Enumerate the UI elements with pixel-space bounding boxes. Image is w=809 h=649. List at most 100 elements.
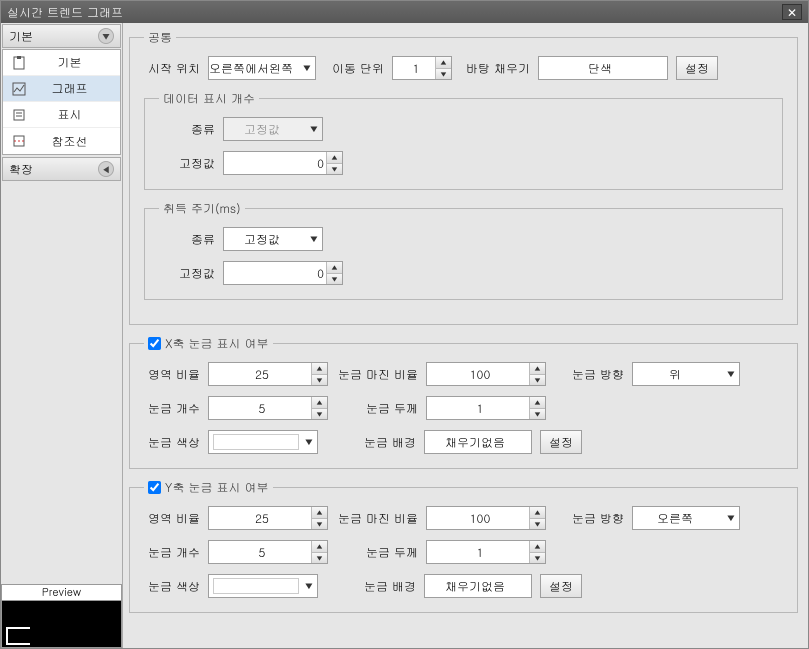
sidebar-item-label: 참조선 [37, 133, 120, 150]
y-bg-setting-button[interactable]: 설정 [540, 574, 582, 598]
group-xaxis-legend: X축 눈금 표시 여부 [144, 335, 273, 352]
spinner-buttons[interactable]: ▲▼ [326, 152, 342, 174]
reference-line-icon [11, 133, 27, 149]
y-color-combo[interactable]: ▼ [208, 574, 318, 598]
spinner-buttons[interactable]: ▲▼ [529, 363, 545, 385]
x-thick-value: 1 [433, 400, 527, 417]
spinner-buttons[interactable]: ▲▼ [529, 507, 545, 529]
preview-canvas [2, 601, 121, 647]
clipboard-icon [11, 55, 27, 71]
sidebar-nav: 기본 그래프 표시 참 [2, 49, 121, 155]
ac-fixed-spinner[interactable]: 0 ▲▼ [223, 261, 343, 285]
sidebar-section-basic-label: 기본 [9, 28, 33, 45]
y-thick-spinner[interactable]: 1 ▲▼ [426, 540, 546, 564]
color-swatch [213, 578, 299, 594]
x-bg-value: 채우기없음 [445, 434, 505, 451]
chevron-down-icon: ▼ [727, 368, 735, 381]
y-color-label: 눈금 색상 [144, 578, 200, 595]
bg-fill-value: 단색 [588, 60, 612, 77]
x-bg-label: 눈금 배경 [326, 434, 416, 451]
group-acq-cycle-legend: 취득 주기(ms) [159, 200, 245, 217]
ac-type-combo[interactable]: 고정값 ▼ [223, 227, 323, 251]
sidebar-section-expand-label: 확장 [9, 161, 33, 178]
group-common-legend: 공통 [144, 29, 176, 46]
x-count-label: 눈금 개수 [144, 400, 200, 417]
group-xaxis: X축 눈금 표시 여부 영역 비율 25 ▲▼ 눈금 마진 비율 100 ▲▼ … [129, 335, 798, 469]
y-bg-field[interactable]: 채우기없음 [424, 574, 532, 598]
x-thick-label: 눈금 두께 [336, 400, 418, 417]
spinner-buttons[interactable]: ▲▼ [529, 397, 545, 419]
y-thick-label: 눈금 두께 [336, 544, 418, 561]
chevron-down-icon: ▼ [727, 512, 735, 525]
x-margin-label: 눈금 마진 비율 [336, 366, 418, 383]
y-dir-combo[interactable]: 오른쪽 ▼ [632, 506, 740, 530]
dc-fixed-spinner[interactable]: 0 ▲▼ [223, 151, 343, 175]
y-area-ratio-spinner[interactable]: 25 ▲▼ [208, 506, 328, 530]
group-data-count: 데이터 표시 개수 종류 고정값 ▼ 고정값 0 ▲▼ [144, 90, 783, 190]
y-bg-label: 눈금 배경 [326, 578, 416, 595]
x-color-label: 눈금 색상 [144, 434, 200, 451]
bg-fill-label: 바탕 채우기 [460, 60, 530, 77]
x-bg-field[interactable]: 채우기없음 [424, 430, 532, 454]
spinner-buttons[interactable]: ▲▼ [311, 541, 327, 563]
y-margin-spinner[interactable]: 100 ▲▼ [426, 506, 546, 530]
y-margin-label: 눈금 마진 비율 [336, 510, 418, 527]
x-count-spinner[interactable]: 5 ▲▼ [208, 396, 328, 420]
close-button[interactable]: ✕ [782, 4, 802, 20]
x-dir-label: 눈금 방향 [554, 366, 624, 383]
sidebar-item-display[interactable]: 표시 [3, 102, 120, 128]
x-margin-spinner[interactable]: 100 ▲▼ [426, 362, 546, 386]
x-area-ratio-spinner[interactable]: 25 ▲▼ [208, 362, 328, 386]
titlebar[interactable]: 실시간 트렌드 그래프 ✕ [1, 1, 808, 23]
x-thick-spinner[interactable]: 1 ▲▼ [426, 396, 546, 420]
x-dir-combo[interactable]: 위 ▼ [632, 362, 740, 386]
x-dir-value: 위 [669, 366, 681, 383]
spinner-buttons[interactable]: ▲▼ [311, 397, 327, 419]
dc-fixed-label: 고정값 [159, 155, 215, 172]
graph-icon [11, 81, 27, 97]
move-unit-value: 1 [399, 60, 433, 77]
x-area-ratio-label: 영역 비율 [144, 366, 200, 383]
dialog-window: 실시간 트렌드 그래프 ✕ 기본 ▼ 기본 그래프 [0, 0, 809, 649]
ac-fixed-label: 고정값 [159, 265, 215, 282]
start-pos-label: 시작 위치 [144, 60, 200, 77]
sidebar-item-reference[interactable]: 참조선 [3, 128, 120, 154]
spinner-buttons[interactable]: ▲▼ [435, 57, 451, 79]
chevron-left-icon: ◀ [98, 161, 114, 177]
dc-fixed-value: 0 [230, 155, 324, 172]
yaxis-legend-text: Y축 눈금 표시 여부 [165, 479, 269, 496]
spinner-buttons[interactable]: ▲▼ [529, 541, 545, 563]
preview-label: Preview [2, 585, 121, 601]
y-bg-value: 채우기없음 [445, 578, 505, 595]
sidebar-section-expand[interactable]: 확장 ◀ [2, 157, 121, 181]
chevron-down-icon: ▼ [305, 580, 313, 593]
x-color-combo[interactable]: ▼ [208, 430, 318, 454]
xaxis-legend-text: X축 눈금 표시 여부 [165, 335, 269, 352]
y-count-spinner[interactable]: 5 ▲▼ [208, 540, 328, 564]
bg-fill-setting-button[interactable]: 설정 [676, 56, 718, 80]
start-pos-value: 오른쪽에서왼쪽 [209, 60, 293, 77]
yaxis-enable-checkbox[interactable] [148, 481, 161, 494]
sidebar-item-basic[interactable]: 기본 [3, 50, 120, 76]
sidebar-section-basic[interactable]: 기본 ▼ [2, 24, 121, 48]
y-count-value: 5 [215, 544, 309, 561]
spinner-buttons[interactable]: ▲▼ [326, 262, 342, 284]
main-panel: 공통 시작 위치 오른쪽에서왼쪽 ▼ 이동 단위 1 ▲▼ 바탕 채우기 단색 [123, 23, 808, 648]
chevron-down-icon: ▼ [98, 28, 114, 44]
start-pos-combo[interactable]: 오른쪽에서왼쪽 ▼ [208, 56, 316, 80]
spinner-buttons[interactable]: ▲▼ [311, 363, 327, 385]
y-area-ratio-label: 영역 비율 [144, 510, 200, 527]
bg-fill-field[interactable]: 단색 [538, 56, 668, 80]
dc-type-combo[interactable]: 고정값 ▼ [223, 117, 323, 141]
spinner-buttons[interactable]: ▲▼ [311, 507, 327, 529]
sidebar-item-graph[interactable]: 그래프 [3, 76, 120, 102]
x-bg-setting-button[interactable]: 설정 [540, 430, 582, 454]
x-area-ratio-value: 25 [215, 366, 309, 383]
move-unit-spinner[interactable]: 1 ▲▼ [392, 56, 452, 80]
dc-type-label: 종류 [159, 121, 215, 138]
display-icon [11, 107, 27, 123]
x-count-value: 5 [215, 400, 309, 417]
dialog-body: 기본 ▼ 기본 그래프 [1, 23, 808, 648]
xaxis-enable-checkbox[interactable] [148, 337, 161, 350]
group-yaxis: Y축 눈금 표시 여부 영역 비율 25 ▲▼ 눈금 마진 비율 100 ▲▼ … [129, 479, 798, 613]
